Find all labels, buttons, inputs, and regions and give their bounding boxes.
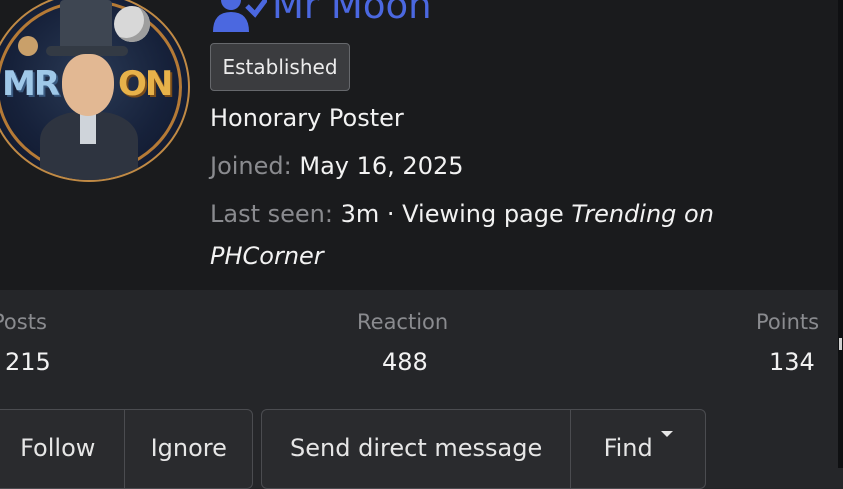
points-value[interactable]: 134: [769, 348, 815, 376]
avatar-logo-right: ON: [118, 64, 173, 104]
ignore-button[interactable]: Ignore: [125, 410, 252, 488]
follow-button[interactable]: Follow: [0, 410, 124, 488]
find-label: Find: [603, 434, 653, 462]
scrollbar[interactable]: [838, 0, 843, 468]
last-seen-value: 3m · Viewing page: [340, 200, 564, 228]
follow-ignore-group: Follow Ignore: [0, 409, 253, 489]
top-hat-icon: [60, 0, 112, 50]
reaction-label[interactable]: Reaction: [357, 310, 448, 334]
joined-row: Joined: May 16, 2025: [210, 152, 464, 180]
avatar-logo-left: MR: [2, 64, 60, 104]
planet-icon: [18, 36, 38, 56]
user-check-icon: [213, 0, 267, 32]
message-find-group: Send direct message Find: [261, 409, 706, 489]
last-seen-row-cont: PHCorner: [210, 242, 324, 270]
username[interactable]: Mr Moon: [272, 0, 432, 28]
joined-label: Joined:: [210, 152, 292, 180]
reaction-value[interactable]: 488: [382, 348, 428, 376]
moon-icon: [114, 6, 150, 42]
joined-value: May 16, 2025: [299, 152, 464, 180]
tie-shape: [80, 114, 96, 144]
last-seen-page-cont[interactable]: PHCorner: [210, 242, 324, 270]
send-message-button[interactable]: Send direct message: [262, 410, 570, 488]
scrollbar-thumb[interactable]: [839, 338, 842, 350]
face-shape: [62, 54, 114, 116]
last-seen-row: Last seen: 3m · Viewing page Trending on: [210, 200, 714, 228]
user-title: Honorary Poster: [210, 104, 404, 132]
last-seen-page[interactable]: Trending on: [571, 200, 714, 228]
points-label[interactable]: Points: [756, 310, 819, 334]
caret-down-icon: [660, 431, 673, 437]
last-seen-label: Last seen:: [210, 200, 333, 228]
posts-value[interactable]: 215: [5, 348, 51, 376]
status-badge: Established: [210, 43, 350, 91]
posts-label[interactable]: Posts: [0, 310, 47, 334]
find-button[interactable]: Find: [571, 410, 705, 488]
